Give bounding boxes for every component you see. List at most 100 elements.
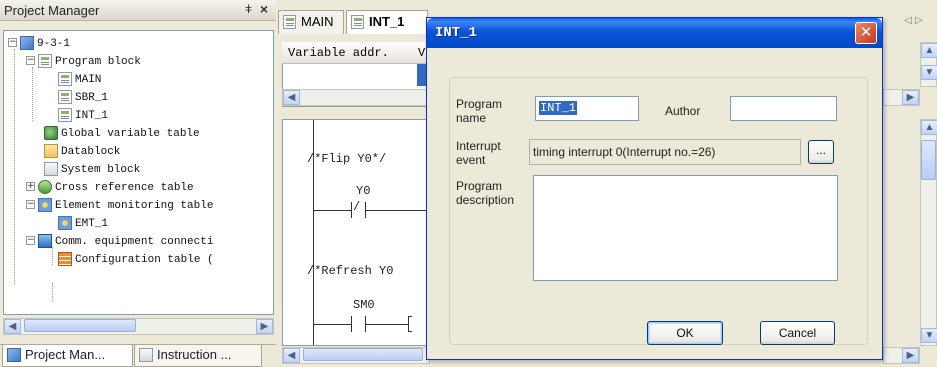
project-manager-bottom-tabs: Project Man... Instruction ...	[0, 344, 276, 367]
rung-wire	[313, 210, 351, 211]
scroll-right-icon[interactable]: ▶	[902, 90, 919, 105]
coil-bracket	[408, 316, 412, 317]
tab-instruction[interactable]: Instruction ...	[134, 345, 262, 367]
program-name-label: Program name	[456, 97, 503, 125]
scroll-right-icon[interactable]: ▶	[902, 348, 919, 363]
program-description-label: Program description	[456, 179, 515, 207]
browse-interrupt-button[interactable]: ...	[808, 140, 834, 164]
author-label: Author	[665, 104, 701, 118]
scroll-up-icon[interactable]: ▲	[921, 43, 937, 58]
table-icon	[58, 251, 72, 266]
scroll-down-icon[interactable]: ▼	[921, 65, 937, 80]
system-block-icon	[44, 161, 58, 176]
tab-scroll-arrows[interactable]: ◁ ▷	[904, 12, 937, 30]
collapse-icon[interactable]: −	[8, 38, 17, 48]
close-icon[interactable]: ×	[260, 1, 268, 17]
rung-wire	[366, 210, 429, 211]
scroll-up-icon[interactable]: ▲	[921, 120, 937, 135]
nc-contact-slash: /	[353, 200, 361, 214]
tree-node-emt1[interactable]: EMT_1	[58, 213, 108, 231]
ladder-hscrollbar[interactable]: ◀	[282, 347, 430, 364]
variable-next-column-header[interactable]: V	[418, 46, 425, 60]
tree-node-element-monitoring-table[interactable]: − Element monitoring table	[26, 195, 213, 213]
folder-doc-icon	[38, 53, 52, 68]
pin-icon[interactable]: ǂ	[245, 2, 252, 16]
tab-scroll-left-icon[interactable]: ◁	[904, 15, 915, 26]
tab-scroll-right-icon[interactable]: ▷	[915, 15, 926, 26]
variable-addr-column-header[interactable]: Variable addr.	[288, 46, 389, 60]
tree-node-int1[interactable]: INT_1	[58, 105, 108, 123]
program-description-textarea[interactable]	[533, 175, 838, 281]
project-icon	[20, 35, 34, 50]
scroll-left-icon[interactable]: ◀	[4, 319, 21, 334]
tree-node-sbr1[interactable]: SBR_1	[58, 87, 108, 105]
program-icon	[283, 15, 296, 29]
scroll-thumb[interactable]	[921, 140, 936, 180]
cross-reference-icon	[38, 179, 52, 194]
comm-icon	[38, 233, 52, 248]
program-icon	[351, 15, 364, 29]
variable-table-hscroll-right[interactable]: ▶	[883, 89, 920, 106]
tab-project-manager[interactable]: Project Man...	[2, 345, 133, 367]
rung-comment: /*Refresh Y0	[307, 264, 394, 278]
coil-bar	[408, 316, 409, 332]
author-input[interactable]	[730, 96, 837, 121]
ok-button[interactable]: OK	[647, 321, 723, 345]
tree-node-global-variable-table[interactable]: Global variable table	[44, 123, 200, 141]
project-tree[interactable]: −9-3-1 − Program block MAIN SBR_1 INT_1 G…	[3, 30, 274, 315]
project-manager-titlebar: Project Manager ǂ ×	[0, 0, 276, 21]
tree-node-datablock[interactable]: Datablock	[44, 141, 120, 159]
contact-bar	[351, 316, 352, 332]
collapse-icon[interactable]: −	[26, 56, 35, 66]
rung-comment: /*Flip Y0*/	[307, 152, 387, 166]
interrupt-event-label: Interrupt event	[456, 139, 501, 167]
dialog-title: INT_1	[435, 25, 478, 41]
program-icon	[58, 107, 72, 122]
tab-main[interactable]: MAIN	[278, 10, 344, 34]
tree-node-program-block[interactable]: − Program block	[26, 51, 141, 69]
globe-icon	[44, 125, 58, 140]
tree-node-system-block[interactable]: System block	[44, 159, 140, 177]
rung-wire	[366, 324, 408, 325]
program-properties-dialog: INT_1 ✕ Program name INT_1 Author Interr…	[426, 17, 883, 360]
tree-node-main[interactable]: MAIN	[58, 69, 101, 87]
scroll-down-icon[interactable]: ▼	[921, 328, 937, 343]
ladder-editor[interactable]: /*Flip Y0*/ Y0 / /*Refresh Y0 SM0	[282, 119, 430, 346]
contact-bar	[351, 202, 352, 218]
contact-label: Y0	[356, 184, 371, 198]
variable-table-header: Variable addr. V	[282, 42, 430, 64]
cancel-button[interactable]: Cancel	[760, 321, 835, 345]
project-manager-title: Project Manager	[4, 3, 100, 18]
contact-label: SM0	[353, 298, 375, 312]
interrupt-event-field: timing interrupt 0(Interrupt no.=26)	[529, 139, 801, 165]
ladder-vscrollbar[interactable]: ▲ ▼	[920, 119, 937, 346]
project-icon	[7, 348, 21, 362]
rung-wire	[313, 324, 351, 325]
tree-node-project[interactable]: −9-3-1	[8, 33, 70, 51]
variable-table-vscrollbar[interactable]: ▲ ▼	[920, 42, 937, 87]
tab-int1[interactable]: INT_1	[346, 10, 428, 34]
datablock-icon	[44, 143, 58, 158]
program-name-input[interactable]: INT_1	[535, 96, 639, 121]
tree-node-cross-reference-table[interactable]: + Cross reference table	[26, 177, 194, 195]
tree-node-configuration-table[interactable]: Configuration table (	[58, 249, 214, 267]
project-tree-hscrollbar[interactable]: ◀ ▶	[3, 318, 274, 335]
tree-node-comm-equipment[interactable]: − Comm. equipment connecti	[26, 231, 213, 249]
monitor-icon	[58, 215, 72, 230]
variable-table-hscrollbar[interactable]: ◀	[282, 89, 430, 106]
dialog-close-button[interactable]: ✕	[855, 22, 877, 44]
scroll-right-icon[interactable]: ▶	[256, 319, 273, 334]
instruction-icon	[139, 348, 153, 362]
scroll-thumb[interactable]	[303, 348, 423, 361]
dialog-titlebar[interactable]: INT_1 ✕	[427, 18, 882, 48]
collapse-icon[interactable]: −	[26, 236, 35, 246]
scroll-left-icon[interactable]: ◀	[283, 348, 300, 363]
collapse-icon[interactable]: −	[26, 200, 35, 210]
ladder-hscroll-right[interactable]: ▶	[883, 347, 920, 364]
program-icon	[58, 71, 72, 86]
monitor-icon	[38, 197, 52, 212]
scroll-left-icon[interactable]: ◀	[283, 90, 300, 105]
expand-icon[interactable]: +	[26, 182, 35, 192]
scroll-thumb[interactable]	[24, 319, 136, 332]
program-icon	[58, 89, 72, 104]
